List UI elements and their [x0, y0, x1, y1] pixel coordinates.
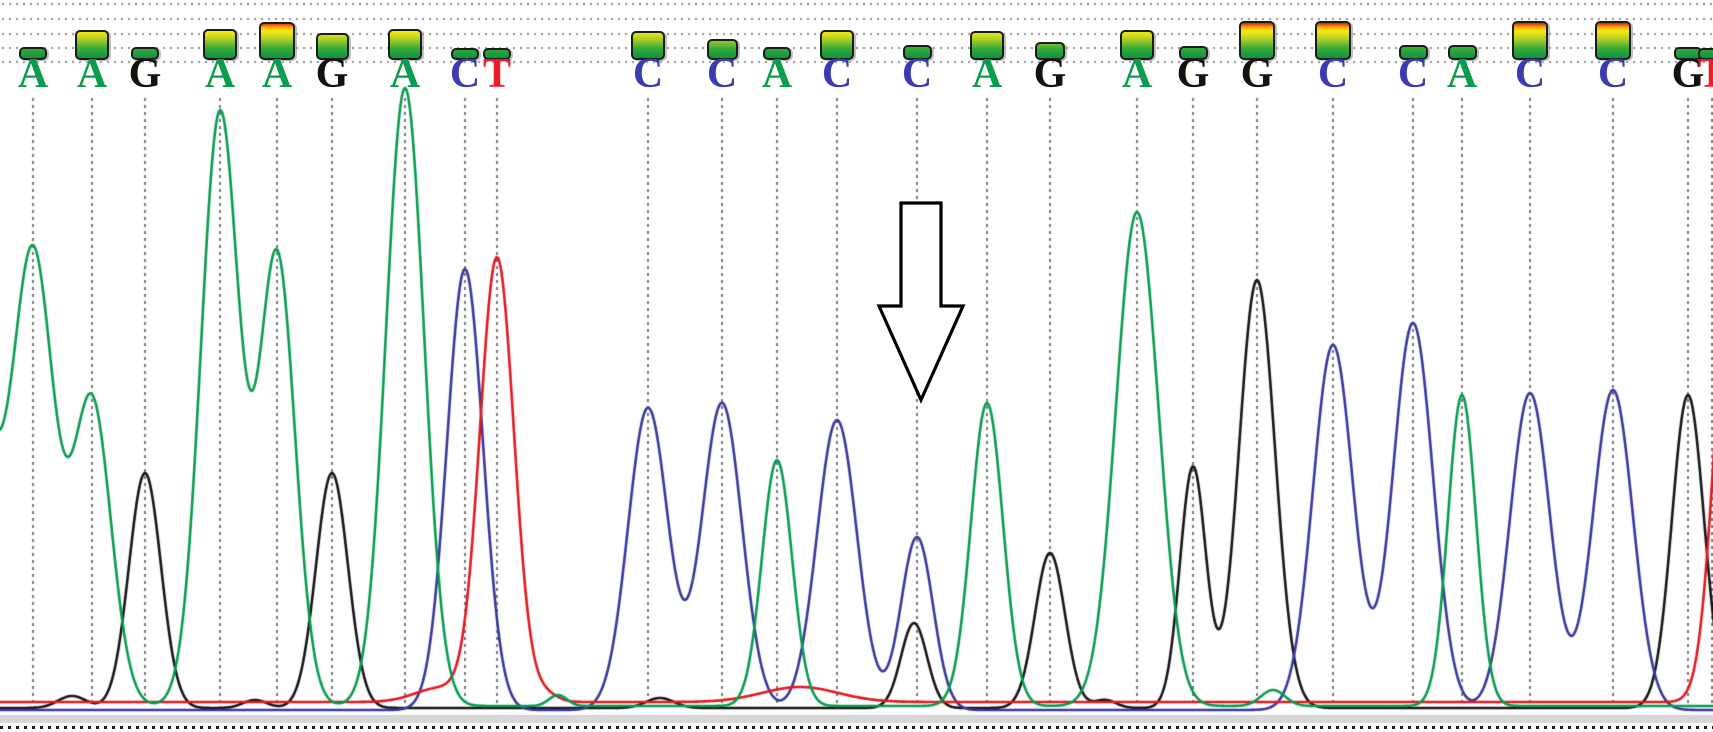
- base-letter-8-T: T: [483, 53, 511, 95]
- base-letter-22-C: C: [1515, 53, 1545, 95]
- base-letter-20-C: C: [1398, 53, 1428, 95]
- base-letter-6-A: A: [390, 53, 420, 95]
- chromatogram-figure: AAGAAGACTCCACCAGAGGCCACCGT: [0, 0, 1713, 732]
- base-letter-9-C: C: [633, 53, 663, 95]
- base-letter-4-A: A: [262, 53, 292, 95]
- base-letter-16-A: A: [1122, 53, 1152, 95]
- base-letter-3-A: A: [205, 53, 235, 95]
- base-letter-17-G: G: [1177, 53, 1210, 95]
- base-letter-12-C: C: [822, 53, 852, 95]
- base-letter-11-A: A: [762, 53, 792, 95]
- bottom-shadow-band: [0, 715, 1713, 723]
- base-letter-21-A: A: [1447, 53, 1477, 95]
- base-letter-2-G: G: [129, 53, 162, 95]
- base-letter-19-C: C: [1318, 53, 1348, 95]
- trace-plot-canvas: [0, 0, 1713, 732]
- base-letter-1-A: A: [77, 53, 107, 95]
- base-letter-10-C: C: [707, 53, 737, 95]
- base-letter-7-C: C: [450, 53, 480, 95]
- base-letter-15-G: G: [1034, 53, 1067, 95]
- base-letter-18-G: G: [1241, 53, 1274, 95]
- base-letter-0-A: A: [18, 53, 48, 95]
- base-letter-14-A: A: [972, 53, 1002, 95]
- base-letter-13-C: C: [902, 53, 932, 95]
- base-letter-23-C: C: [1598, 53, 1628, 95]
- base-letter-25-T: T: [1698, 53, 1713, 95]
- base-letter-5-G: G: [316, 53, 349, 95]
- bottom-dotted-line: [0, 726, 1713, 729]
